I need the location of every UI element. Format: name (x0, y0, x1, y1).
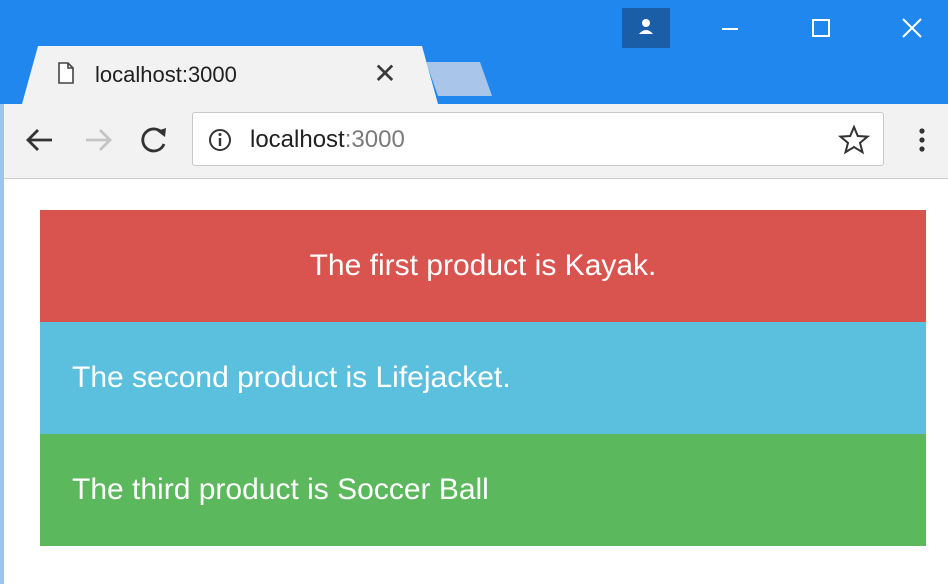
menu-dots-icon[interactable] (912, 124, 932, 156)
product-alert-first-text: The first product is Kayak. (309, 249, 657, 282)
product-alert-second-text: The second product is Lifejacket. (72, 361, 511, 394)
info-icon[interactable] (208, 128, 232, 152)
person-icon (639, 19, 653, 34)
product-alert-second: The second product is Lifejacket. (40, 322, 926, 434)
product-alert-third-text: The third product is Soccer Ball (72, 473, 489, 506)
back-button[interactable] (22, 122, 58, 158)
profile-button[interactable] (622, 8, 670, 48)
url-text[interactable]: localhost:3000 (250, 126, 405, 154)
url-port: :3000 (344, 126, 405, 153)
star-icon[interactable] (838, 124, 870, 156)
window-edge (0, 104, 4, 584)
reload-icon (141, 127, 166, 153)
forward-button[interactable] (80, 122, 116, 158)
maximize-button[interactable] (790, 8, 850, 48)
back-arrow-icon (26, 129, 52, 151)
reload-button[interactable] (136, 122, 172, 158)
tab-close-icon[interactable]: ✕ (372, 60, 398, 88)
minimize-icon (722, 28, 738, 30)
browser-window: localhost:3000 ✕ localhost:3000 The firs… (0, 0, 948, 584)
close-window-button[interactable] (880, 8, 940, 48)
document-icon (58, 62, 74, 84)
close-icon (902, 18, 922, 38)
tab-title: localhost:3000 (95, 62, 237, 87)
forward-arrow-icon (86, 129, 112, 151)
minimize-button[interactable] (700, 8, 760, 48)
maximize-icon (812, 19, 830, 37)
product-alert-third: The third product is Soccer Ball (40, 434, 926, 546)
product-alert-first: The first product is Kayak. (40, 210, 926, 322)
url-host: localhost (250, 126, 345, 153)
